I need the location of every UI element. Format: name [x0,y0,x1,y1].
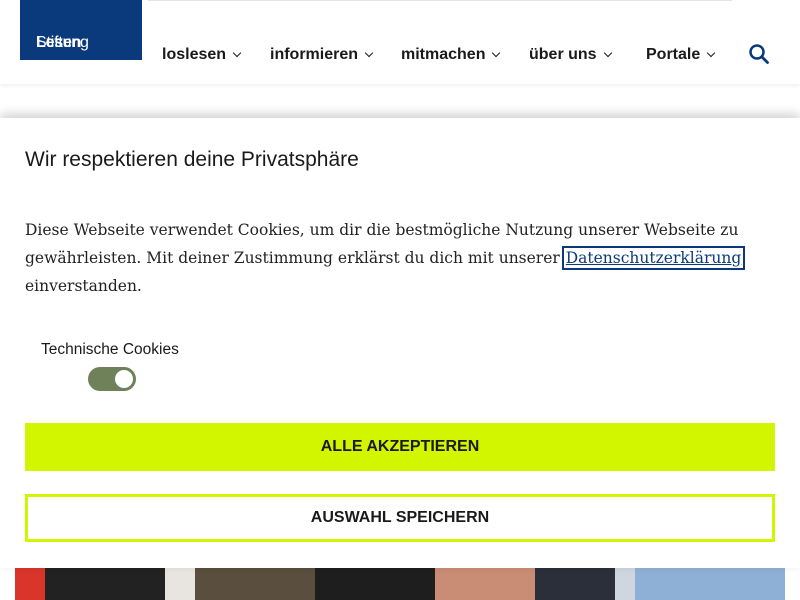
nav-item-label: loslesen [162,46,227,63]
chevron-down-icon [707,48,716,58]
toggle-knob [115,370,133,388]
search-icon[interactable] [748,43,770,65]
dialog-title: Wir respektieren deine Privatsphäre [25,148,359,171]
nav-item-label: mitmachen [401,46,486,63]
stiftung-lesen-logo[interactable]: Stiftung Lesen [20,0,142,60]
logo-word-2: Lesen [36,34,82,51]
nav-item-informieren[interactable]: informieren [270,45,374,65]
accept-all-button[interactable]: ALLE AKZEPTIEREN [25,423,775,471]
header-divider [148,0,732,1]
site-header: Stiftung Lesen loslesen informieren mitm… [0,0,800,84]
nav-item-loslesen[interactable]: loslesen [162,45,242,65]
nav-item-label: informieren [270,46,359,63]
nav-item-portale[interactable]: Portale [646,45,716,65]
nav-item-ueber-uns[interactable]: über uns [529,45,612,65]
dialog-description: Diese Webseite verwendet Cookies, um dir… [25,216,765,300]
cookie-consent-dialog: Wir respektieren deine Privatsphäre Dies… [0,118,800,568]
chevron-down-icon [492,48,501,58]
privacy-policy-link[interactable]: Datenschutzerklärung [561,246,746,270]
chevron-down-icon [603,48,612,58]
chevron-down-icon [364,48,374,58]
description-text-end: einverstanden. [25,277,142,295]
nav-item-mitmachen[interactable]: mitmachen [401,45,501,65]
save-selection-button[interactable]: AUSWAHL SPEICHERN [25,494,775,542]
chevron-down-icon [232,48,242,58]
nav-item-label: Portale [646,46,701,63]
technical-cookies-toggle[interactable] [88,367,136,391]
technical-cookies-label: Technische Cookies [41,341,179,358]
nav-item-label: über uns [529,46,597,63]
